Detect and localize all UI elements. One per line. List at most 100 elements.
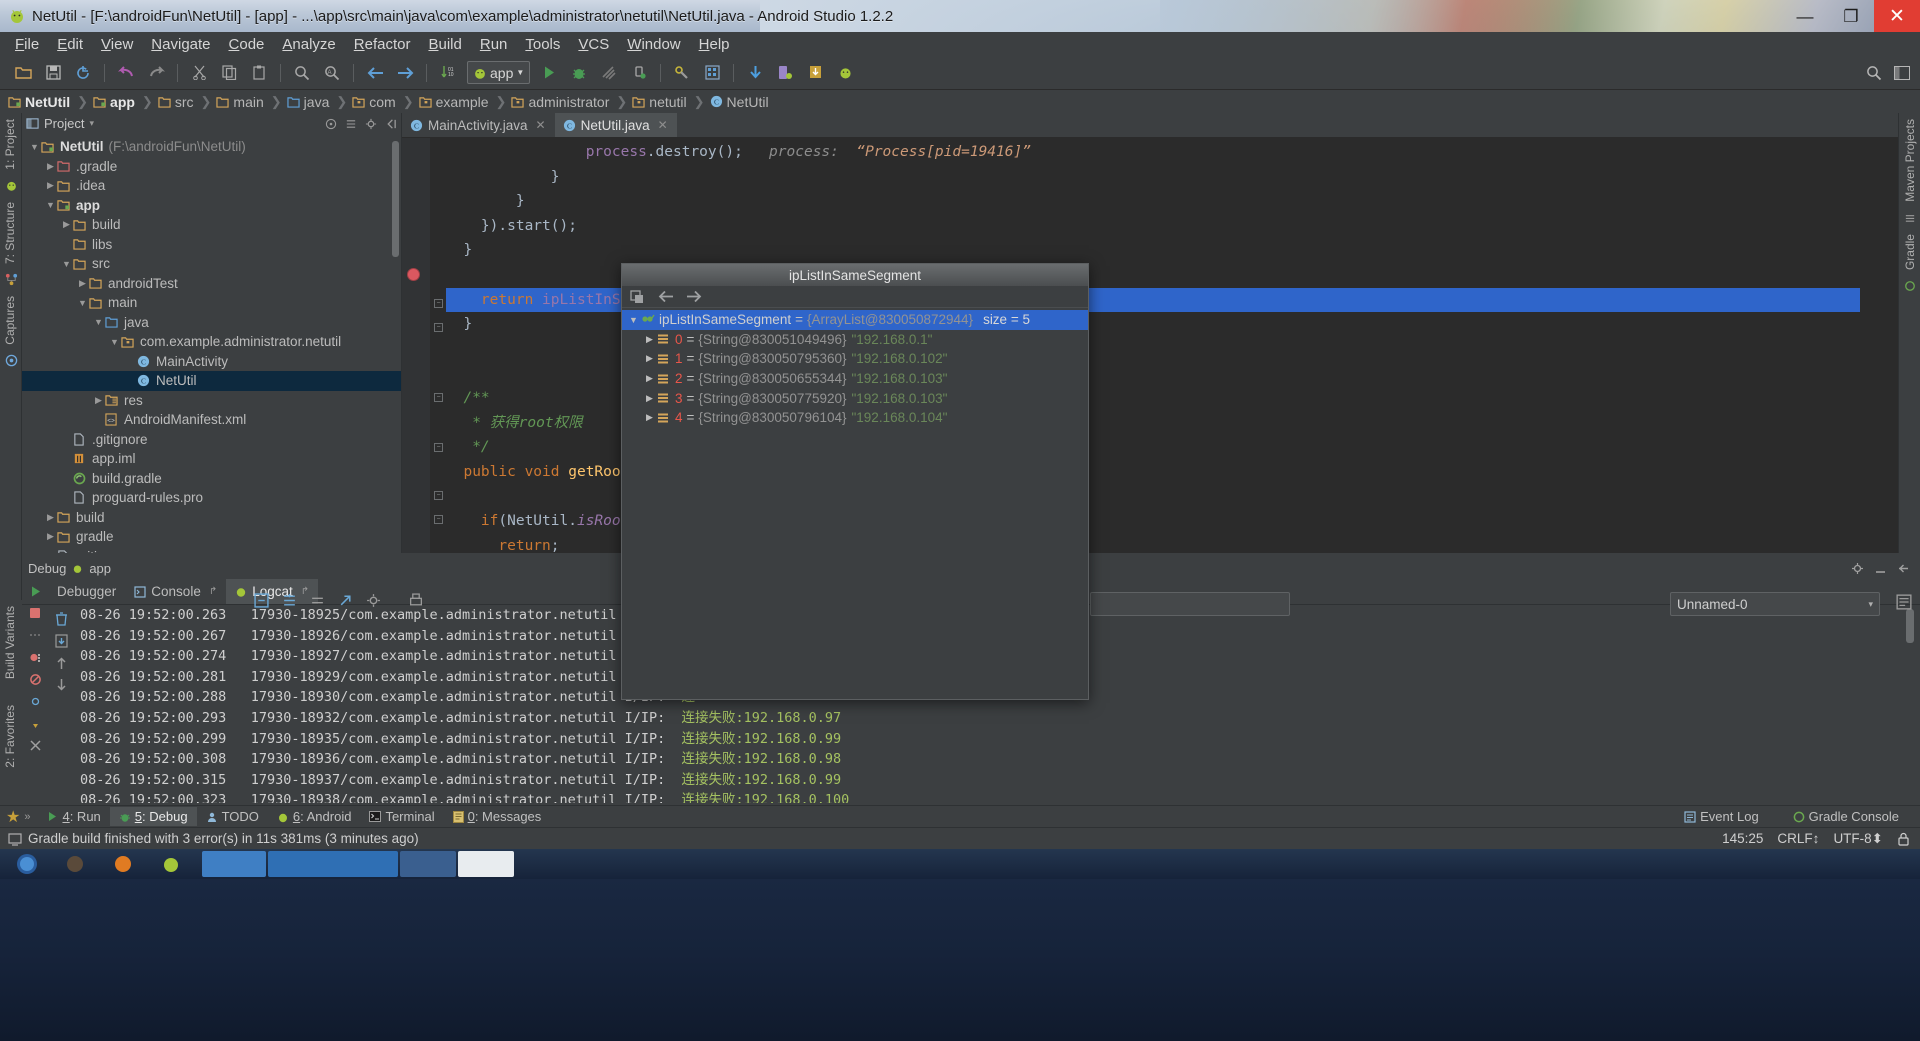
breadcrumb-item-main[interactable]: main <box>216 94 265 110</box>
tree-node[interactable]: ▶ .gradle <box>22 157 401 177</box>
android-download-icon[interactable] <box>802 60 828 86</box>
taskbar-android-icon[interactable] <box>148 851 194 877</box>
run-configuration-selector[interactable]: app ▼ <box>467 61 531 84</box>
save-all-icon[interactable] <box>40 60 66 86</box>
bottom-tab-5--debug[interactable]: 5: Debug <box>109 807 197 826</box>
chevron-down-icon[interactable]: ▼ <box>92 317 105 327</box>
gear-icon[interactable] <box>25 691 45 711</box>
update-project-icon[interactable] <box>742 60 768 86</box>
taskbar-browser-icon[interactable] <box>100 851 146 877</box>
menu-item-edit[interactable]: Edit <box>48 34 92 55</box>
tree-node[interactable]: ▶ gradle <box>22 527 401 547</box>
tree-node[interactable]: libs <box>22 235 401 255</box>
menu-item-build[interactable]: Build <box>419 34 470 55</box>
editor-tab-netutil-java[interactable]: C NetUtil.java ✕ <box>554 113 677 137</box>
start-button[interactable] <box>4 851 50 877</box>
code-fold-icon[interactable]: − <box>434 393 443 402</box>
back-icon[interactable] <box>362 60 388 86</box>
layout-icon[interactable] <box>1894 65 1910 80</box>
code-fold-icon[interactable]: − <box>434 443 443 452</box>
tree-node[interactable]: build.gradle <box>22 469 401 489</box>
mute-breakpoints-icon[interactable] <box>25 669 45 689</box>
open-folder-icon[interactable] <box>10 60 36 86</box>
logcat-settings-icon[interactable] <box>1896 594 1912 610</box>
menu-item-view[interactable]: View <box>92 34 142 55</box>
sidebar-item-maven-projects[interactable]: Maven Projects <box>1900 113 1920 208</box>
chevron-right-icon[interactable]: ▶ <box>642 353 657 364</box>
project-tree[interactable]: ▼ NetUtil (F:\androidFun\NetUtil) ▶ .gradle ▶… <box>22 135 401 553</box>
lock-icon[interactable] <box>1897 832 1910 846</box>
chevron-right-icon[interactable]: ▶ <box>76 278 89 289</box>
menu-item-help[interactable]: Help <box>690 34 739 55</box>
target-icon[interactable] <box>325 118 337 130</box>
debug-variable-row[interactable]: ▶ 2 = {String@830050655344} "192.168.0.103" <box>622 369 1088 389</box>
code-fold-icon[interactable]: − <box>434 299 443 308</box>
attach-debugger-icon[interactable] <box>626 60 652 86</box>
tree-node[interactable]: ▼ app <box>22 196 401 216</box>
debug-tab-console[interactable]: Console ↱ <box>125 579 226 604</box>
chevron-down-icon[interactable]: ▼ <box>108 337 121 347</box>
tree-node[interactable]: ▼ main <box>22 293 401 313</box>
forward-icon[interactable] <box>392 60 418 86</box>
favorites-star-icon[interactable]: ★ <box>6 807 20 827</box>
taskbar-window-4[interactable] <box>458 851 514 877</box>
breadcrumb-item-administrator[interactable]: administrator <box>511 94 611 110</box>
file-encoding[interactable]: UTF-8⬍ <box>1833 831 1883 847</box>
chevron-down-icon[interactable]: ▼ <box>626 315 641 325</box>
tree-node[interactable]: C MainActivity <box>22 352 401 372</box>
chevron-right-icon[interactable]: ▶ <box>44 512 57 523</box>
tree-node[interactable]: <> AndroidManifest.xml <box>22 410 401 430</box>
breadcrumb-item-app[interactable]: app <box>93 94 137 110</box>
taskbar-window-1[interactable] <box>202 851 266 877</box>
menu-item-window[interactable]: Window <box>618 34 689 55</box>
android-device-monitor-icon[interactable] <box>832 60 858 86</box>
code-fold-icon[interactable]: − <box>434 491 443 500</box>
close-button[interactable]: ✕ <box>1874 0 1920 32</box>
breadcrumb-item-netutil[interactable]: C NetUtil <box>710 94 771 110</box>
menu-item-analyze[interactable]: Analyze <box>273 34 344 55</box>
tree-node[interactable]: .gitignore <box>22 547 401 553</box>
logcat-filter-input[interactable] <box>1090 592 1290 616</box>
coverage-icon[interactable] <box>596 60 622 86</box>
chevron-down-icon[interactable]: ▼ <box>76 298 89 308</box>
bottom-tab-gradle-console[interactable]: Gradle Console <box>1784 807 1908 826</box>
chevron-right-icon[interactable]: ▶ <box>44 531 57 542</box>
trash-icon[interactable] <box>51 609 71 629</box>
sidebar-item-gradle[interactable]: Gradle <box>1900 228 1920 276</box>
tree-node[interactable]: ▶ build <box>22 508 401 528</box>
sidebar-item-captures[interactable]: Captures <box>0 290 20 351</box>
chevron-right-icon[interactable]: ▶ <box>92 395 105 406</box>
tree-node[interactable]: ▼ com.example.administrator.netutil <box>22 332 401 352</box>
find-icon[interactable] <box>289 60 315 86</box>
menu-item-vcs[interactable]: VCS <box>569 34 618 55</box>
editor-gutter[interactable] <box>402 138 430 553</box>
debug-tab-debugger[interactable]: Debugger <box>48 579 125 604</box>
debug-variable-row[interactable]: ▶ 3 = {String@830050775920} "192.168.0.103" <box>622 388 1088 408</box>
debug-variable-row[interactable]: ▶ 0 = {String@830051049496} "192.168.0.1" <box>622 330 1088 350</box>
forward-icon[interactable] <box>686 290 703 303</box>
menu-item-navigate[interactable]: Navigate <box>142 34 219 55</box>
gear-icon[interactable] <box>365 118 377 130</box>
tree-node[interactable]: ▼ java <box>22 313 401 333</box>
chevron-down-icon[interactable]: ▼ <box>60 259 73 269</box>
minimize-panel-icon[interactable] <box>1874 562 1887 575</box>
menu-item-refactor[interactable]: Refactor <box>345 34 420 55</box>
breakpoint-marker[interactable] <box>407 268 420 281</box>
chevron-right-icon[interactable]: ▶ <box>642 334 657 345</box>
chevron-down-icon[interactable]: ▼ <box>28 142 41 152</box>
breadcrumb-item-example[interactable]: example <box>418 94 491 110</box>
sidebar-item-build-variants[interactable]: Build Variants <box>0 600 20 685</box>
tree-node[interactable]: ▼ NetUtil (F:\androidFun\NetUtil) <box>22 137 401 157</box>
debug-variable-row[interactable]: ▶ 1 = {String@830050795360} "192.168.0.102" <box>622 349 1088 369</box>
bottom-tab-6--android[interactable]: 6: Android <box>268 807 361 826</box>
redo-icon[interactable] <box>143 60 169 86</box>
collapse-all-icon[interactable] <box>345 118 357 130</box>
view-breakpoints-icon[interactable] <box>25 647 45 667</box>
bottom-tab-4--run[interactable]: 4: Run <box>38 807 109 826</box>
breadcrumb-item-netutil[interactable]: netutil <box>632 94 688 110</box>
close-icon[interactable]: ✕ <box>536 118 546 132</box>
logcat-filter-selector[interactable]: Unnamed-0 ▾ <box>1670 592 1880 616</box>
collapse-all-icon[interactable] <box>310 593 325 608</box>
compare-icon[interactable]: 01 10 <box>435 60 461 86</box>
debug-variable-row[interactable]: ▶ 4 = {String@830050796104} "192.168.0.104" <box>622 408 1088 428</box>
